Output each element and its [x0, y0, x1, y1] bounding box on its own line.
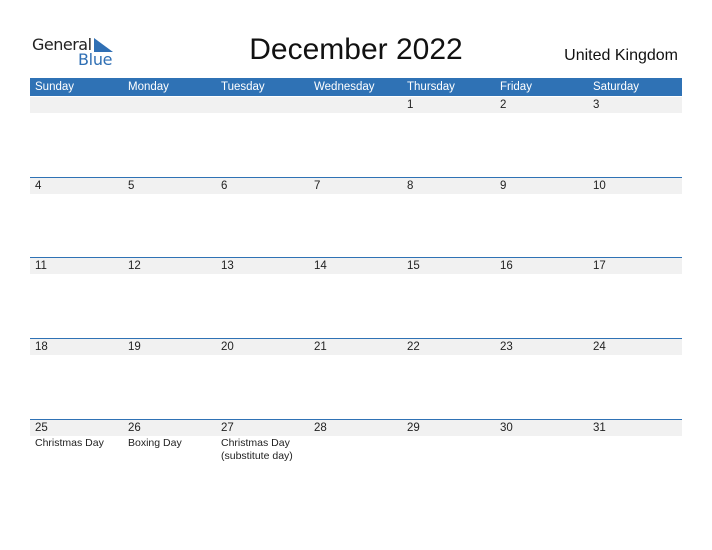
weekday-tuesday: Tuesday — [221, 81, 265, 93]
holiday-label: Christmas Day — [35, 437, 104, 449]
day-number: 23 — [500, 341, 513, 353]
holiday-label — [216, 274, 309, 275]
day-number: 9 — [500, 180, 507, 192]
week-row: 1 2 3 — [30, 97, 682, 114]
holiday-label — [588, 113, 681, 114]
weekday-header: Sunday Monday Tuesday Wednesday Thursday… — [30, 78, 682, 96]
day-number: 22 — [407, 341, 420, 353]
week-row: 25 26 27 28 29 30 31 Christmas Day Boxing Day Chr… — [30, 419, 682, 463]
day-number: 1 — [407, 99, 414, 111]
holiday-label — [495, 113, 588, 114]
date-strip: 1 2 3 — [30, 97, 682, 113]
holiday-label — [30, 355, 123, 356]
weekday-wednesday: Wednesday — [314, 81, 375, 93]
events-row — [30, 113, 682, 114]
day-number: 5 — [128, 180, 135, 192]
date-strip: 4 5 6 7 8 9 10 — [30, 178, 682, 194]
weekday-sunday: Sunday — [35, 81, 75, 93]
day-number: 14 — [314, 260, 327, 272]
holiday-label — [495, 436, 588, 463]
day-number: 16 — [500, 260, 513, 272]
holiday-label — [309, 274, 402, 275]
holiday-label — [588, 436, 681, 463]
day-number — [123, 97, 216, 113]
day-number: 26 — [128, 422, 141, 434]
holiday-label — [402, 194, 495, 195]
holiday-label — [216, 194, 309, 195]
week-row: 4 5 6 7 8 9 10 — [30, 177, 682, 195]
holiday-label — [402, 113, 495, 114]
holiday-label — [309, 436, 402, 463]
day-number: 13 — [221, 260, 234, 272]
holiday-label: Boxing Day — [128, 437, 182, 449]
day-number — [309, 97, 402, 113]
holiday-label — [402, 436, 495, 463]
week-row: 18 19 20 21 22 23 24 — [30, 338, 682, 356]
holiday-label — [495, 274, 588, 275]
week-row: 11 12 13 14 15 16 17 — [30, 257, 682, 275]
day-number: 4 — [35, 180, 42, 192]
day-number: 20 — [221, 341, 234, 353]
day-number: 30 — [500, 422, 513, 434]
date-strip: 25 26 27 28 29 30 31 — [30, 420, 682, 436]
holiday-label — [123, 274, 216, 275]
weekday-monday: Monday — [128, 81, 169, 93]
day-number: 24 — [593, 341, 606, 353]
day-number: 31 — [593, 422, 606, 434]
day-number: 11 — [35, 260, 47, 272]
country-label: United Kingdom — [564, 47, 678, 64]
day-number: 27 — [221, 422, 234, 434]
weekday-friday: Friday — [500, 81, 532, 93]
holiday-label — [495, 194, 588, 195]
holiday-label — [402, 355, 495, 356]
day-number: 8 — [407, 180, 414, 192]
holiday-label — [30, 113, 123, 114]
events-row: Christmas Day Boxing Day Christmas Day (su… — [30, 436, 682, 463]
holiday-label — [402, 274, 495, 275]
day-number: 12 — [128, 260, 141, 272]
day-number: 7 — [314, 180, 321, 192]
day-number: 29 — [407, 422, 420, 434]
day-number: 2 — [500, 99, 507, 111]
day-number: 10 — [593, 180, 606, 192]
holiday-label: Christmas Day (substitute day) — [221, 437, 293, 462]
day-number: 18 — [35, 341, 48, 353]
date-strip: 18 19 20 21 22 23 24 — [30, 339, 682, 355]
holiday-label — [588, 194, 681, 195]
day-number: 6 — [221, 180, 228, 192]
holiday-label — [123, 194, 216, 195]
day-number: 19 — [128, 341, 141, 353]
day-number: 3 — [593, 99, 600, 111]
day-number: 17 — [593, 260, 606, 272]
holiday-label — [309, 113, 402, 114]
holiday-label — [588, 274, 681, 275]
events-row — [30, 194, 682, 195]
day-number: 21 — [314, 341, 327, 353]
holiday-label — [123, 355, 216, 356]
events-row — [30, 355, 682, 356]
holiday-label — [216, 355, 309, 356]
holiday-label — [216, 113, 309, 114]
weekday-saturday: Saturday — [593, 81, 640, 93]
date-strip: 11 12 13 14 15 16 17 — [30, 258, 682, 274]
holiday-label — [309, 355, 402, 356]
day-number — [216, 97, 309, 113]
holiday-label — [30, 274, 123, 275]
day-number: 15 — [407, 260, 420, 272]
holiday-label — [123, 113, 216, 114]
holiday-label — [495, 355, 588, 356]
holiday-label — [309, 194, 402, 195]
events-row — [30, 274, 682, 275]
day-number — [30, 97, 123, 113]
weekday-thursday: Thursday — [407, 81, 455, 93]
holiday-label — [30, 194, 123, 195]
holiday-label — [588, 355, 681, 356]
day-number: 25 — [35, 422, 48, 434]
day-number: 28 — [314, 422, 327, 434]
